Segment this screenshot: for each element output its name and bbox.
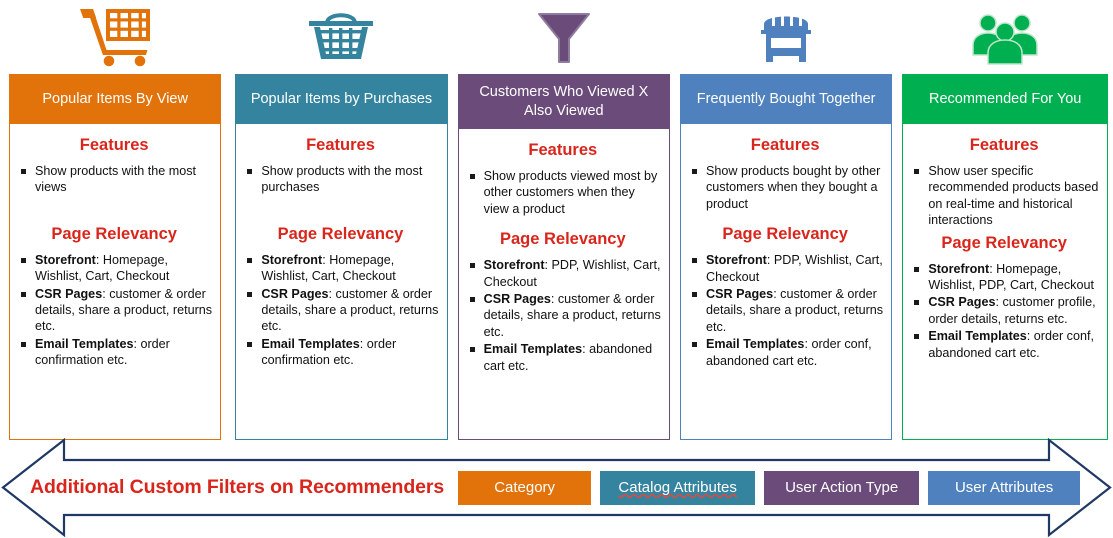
card-frequently-bought-together: Frequently Bought Together Features Show… xyxy=(679,74,893,440)
features-list: Show products viewed most by other custo… xyxy=(465,168,661,217)
list-item: Storefront: Homepage, Wishlist, Cart, Ch… xyxy=(242,252,438,285)
list-item: Show products with the most purchases xyxy=(242,163,438,196)
list-item: CSR Pages: customer & order details, sha… xyxy=(687,286,883,335)
page-relevancy-heading: Page Relevancy xyxy=(277,224,404,243)
storefront-icon xyxy=(680,0,892,74)
relevancy-list: Storefront: Homepage, Wishlist, Cart, Ch… xyxy=(16,252,212,369)
card-title: Popular Items by Purchases xyxy=(236,75,447,124)
features-heading: Features xyxy=(79,136,149,154)
list-item: Storefront: PDP, Wishlist, Cart, Checkou… xyxy=(687,252,883,285)
list-item: Show user specific recommended products … xyxy=(909,163,1099,229)
features-list: Show products bought by other customers … xyxy=(687,163,883,212)
recommender-column-recommended-for-you: Recommended For You Features Show user s… xyxy=(897,0,1113,440)
list-item: Storefront: Homepage, Wishlist, Cart, Ch… xyxy=(16,252,212,285)
card-popular-items-by-view: Popular Items By View Features Show prod… xyxy=(9,74,222,440)
filter-chip-catalog-attributes[interactable]: Catalog Attributes xyxy=(600,470,756,505)
list-item: Show products viewed most by other custo… xyxy=(465,168,661,217)
list-item-label: Storefront xyxy=(35,252,96,267)
list-item-label: Email Templates xyxy=(705,337,805,352)
list-item-label: Storefront xyxy=(483,258,545,273)
list-item: CSR Pages: customer & order details, sha… xyxy=(242,286,438,335)
relevancy-list: Storefront: PDP, Wishlist, Cart, Checkou… xyxy=(465,257,661,374)
card-recommended-for-you: Recommended For You Features Show user s… xyxy=(902,74,1108,440)
features-heading: Features xyxy=(750,136,820,154)
list-item: Storefront: Homepage, Wishlist, PDP, Car… xyxy=(909,261,1099,294)
list-item: CSR Pages: customer & order details, sha… xyxy=(16,286,212,335)
list-item-label: CSR Pages xyxy=(261,286,329,301)
card-body: Features Show products with the most vie… xyxy=(10,124,220,439)
band-title: Additional Custom Filters on Recommender… xyxy=(30,476,445,498)
card-title: Frequently Bought Together xyxy=(680,75,892,124)
list-item: CSR Pages: customer & order details, sha… xyxy=(465,291,661,340)
features-heading: Features xyxy=(969,136,1039,154)
list-item-label: CSR Pages xyxy=(483,292,551,307)
features-list: Show products with the most purchases xyxy=(242,163,438,196)
filter-chip-category[interactable]: Category xyxy=(458,470,592,505)
recommender-column-frequently-bought-together: Frequently Bought Together Features Show… xyxy=(675,0,897,440)
card-customers-who-viewed: Customers Who Viewed X Also Viewed Featu… xyxy=(457,74,670,440)
page-relevancy-heading: Page Relevancy xyxy=(51,224,177,243)
features-list: Show products with the most views xyxy=(16,163,212,196)
list-item: Email Templates: order conf, abandoned c… xyxy=(909,328,1099,361)
chip-label: User Action Type xyxy=(785,479,899,496)
relevancy-list: Storefront: Homepage, Wishlist, Cart, Ch… xyxy=(242,252,438,369)
list-item-label: Email Templates xyxy=(483,342,583,357)
list-item: Email Templates: order confirmation etc. xyxy=(242,336,438,369)
list-item: Email Templates: abandoned cart etc. xyxy=(465,341,661,374)
users-group-icon xyxy=(902,0,1108,74)
bottom-arrow-band: Additional Custom Filters on Recommender… xyxy=(0,437,1113,538)
band-content: Additional Custom Filters on Recommender… xyxy=(0,437,1113,538)
page-relevancy-heading: Page Relevancy xyxy=(499,230,626,249)
shopping-cart-icon xyxy=(9,0,221,74)
list-item: Email Templates: order confirmation etc. xyxy=(16,336,212,369)
funnel-filter-icon xyxy=(458,0,670,74)
features-list: Show user specific recommended products … xyxy=(909,163,1099,229)
list-item-label: CSR Pages xyxy=(35,286,103,301)
list-item: Show products with the most views xyxy=(16,163,212,196)
filter-chip-user-attributes[interactable]: User Attributes xyxy=(928,470,1081,505)
card-title: Customers Who Viewed X Also Viewed xyxy=(458,75,669,129)
list-item-label: Storefront xyxy=(261,252,323,267)
list-item-label: CSR Pages xyxy=(928,295,996,310)
relevancy-list: Storefront: PDP, Wishlist, Cart, Checkou… xyxy=(687,252,883,369)
chip-label: Catalog Attributes xyxy=(618,479,737,496)
recommender-column-popular-items-by-purchases: Popular Items by Purchases Features Show… xyxy=(230,0,452,440)
list-item-label: Email Templates xyxy=(35,336,134,351)
features-heading: Features xyxy=(528,141,598,159)
card-body: Features Show products viewed most by ot… xyxy=(459,129,669,439)
recommender-column-popular-items-by-view: Popular Items By View Features Show prod… xyxy=(0,0,230,440)
card-body: Features Show products bought by other c… xyxy=(681,124,891,439)
list-item: Email Templates: order conf, abandoned c… xyxy=(687,336,883,369)
recommender-column-customers-who-viewed: Customers Who Viewed X Also Viewed Featu… xyxy=(453,0,675,440)
list-item-label: Email Templates xyxy=(261,336,360,351)
card-popular-items-by-purchases: Popular Items by Purchases Features Show… xyxy=(235,74,448,440)
list-item-label: Email Templates xyxy=(928,329,1027,344)
recommender-columns: Popular Items By View Features Show prod… xyxy=(0,0,1113,440)
page-relevancy-heading: Page Relevancy xyxy=(722,225,848,244)
chip-label: Category xyxy=(494,479,556,496)
card-body: Features Show user specific recommended … xyxy=(903,124,1107,439)
features-heading: Features xyxy=(306,136,375,154)
shopping-basket-icon xyxy=(235,0,447,74)
recommenders-diagram: Popular Items By View Features Show prod… xyxy=(0,0,1113,538)
list-item-label: Storefront xyxy=(705,253,767,268)
list-item: CSR Pages: customer profile, order detai… xyxy=(909,294,1099,327)
list-item-label: Storefront xyxy=(928,261,990,276)
card-body: Features Show products with the most pur… xyxy=(236,124,446,439)
card-title: Popular Items By View xyxy=(10,75,221,124)
list-item-label: CSR Pages xyxy=(705,287,774,302)
list-item: Show products bought by other customers … xyxy=(687,163,883,212)
chip-label: User Attributes xyxy=(954,479,1054,496)
relevancy-list: Storefront: Homepage, Wishlist, PDP, Car… xyxy=(909,261,1099,361)
list-item: Storefront: PDP, Wishlist, Cart, Checkou… xyxy=(465,257,661,290)
card-title: Recommended For You xyxy=(903,75,1107,124)
filter-chip-user-action-type[interactable]: User Action Type xyxy=(764,470,920,505)
page-relevancy-heading: Page Relevancy xyxy=(941,233,1067,252)
